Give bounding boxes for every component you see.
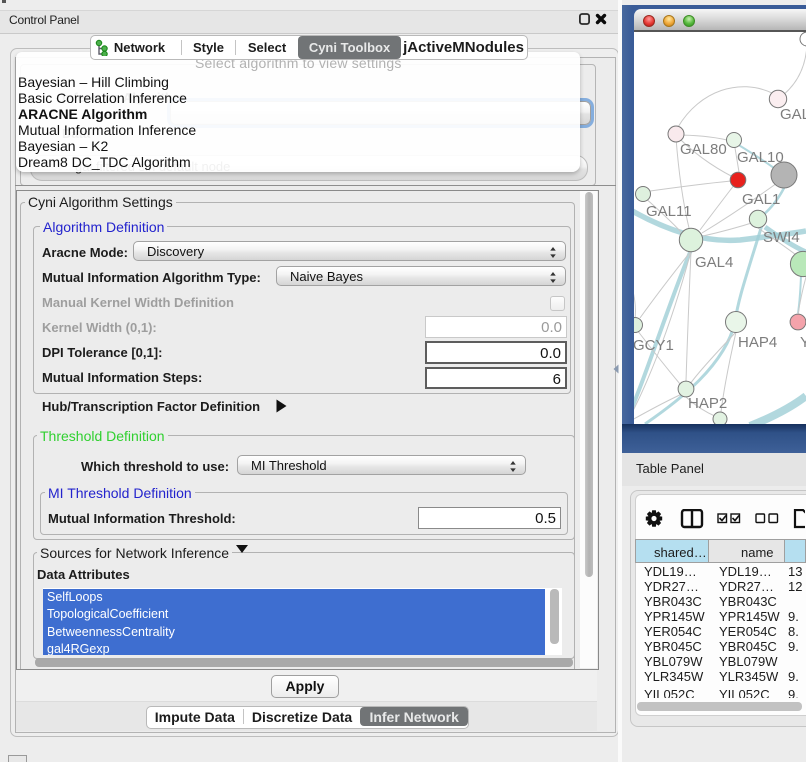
svg-text:GAL4: GAL4 — [695, 254, 733, 271]
svg-text:GAL1: GAL1 — [742, 191, 780, 208]
svg-text:Y: Y — [800, 334, 806, 351]
svg-text:HAP2: HAP2 — [688, 395, 727, 412]
svg-text:SWI4: SWI4 — [763, 229, 800, 246]
svg-text:GAL10: GAL10 — [737, 149, 784, 166]
svg-text:HAP4: HAP4 — [738, 334, 777, 351]
svg-text:GCY1: GCY1 — [634, 337, 674, 354]
svg-text:GAL: GAL — [780, 106, 806, 123]
svg-text:GAL11: GAL11 — [646, 203, 692, 220]
svg-text:GAL80: GAL80 — [680, 141, 727, 158]
